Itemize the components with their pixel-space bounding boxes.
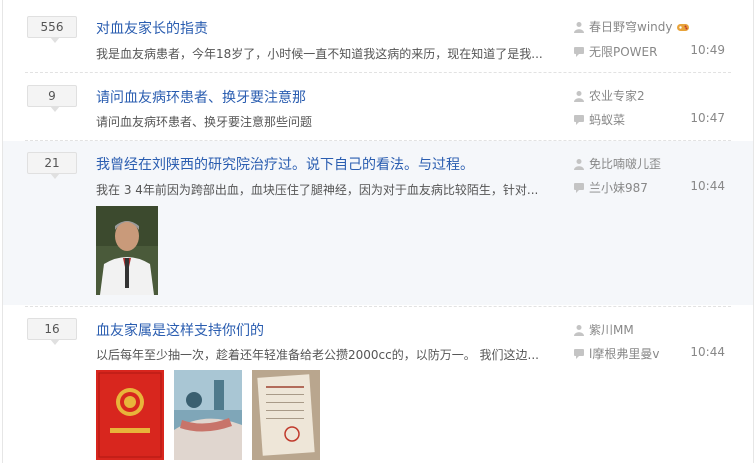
thread-excerpt: 以后每年至少抽一次，趁着还年轻准备给老公攒2000cc的，以防万一。 我们这边.… — [96, 348, 539, 362]
author-name: 紫川MM — [589, 323, 634, 337]
person-icon — [573, 324, 585, 336]
thread-title[interactable]: 对血友家长的指责 — [96, 18, 208, 38]
thread-title[interactable]: 我曾经在刘陕西的研究院治疗过。说下自己的看法。与过程。 — [96, 154, 474, 174]
thread-row: 9 请问血友病环患者、换牙要注意那 请问血友病环患者、换牙要注意那些问题 农业专… — [3, 73, 753, 139]
last-reply-time: 10:49 — [690, 43, 725, 57]
thread-author[interactable]: 春日野穹windy — [573, 18, 690, 35]
reply-count: 9 — [27, 85, 77, 112]
thread-author[interactable]: 农业专家2 — [573, 87, 645, 104]
thread-excerpt: 我在 3 4年前因为跨部出血，血块压住了腿神经，因为对于血友病比较陌生，针对..… — [96, 183, 539, 197]
thumbnail-blood-donation[interactable] — [174, 370, 242, 460]
last-user-name: 蚂蚁菜 — [589, 113, 626, 127]
reply-count: 16 — [27, 318, 77, 345]
reply-count: 21 — [27, 152, 77, 179]
reply-bubble-icon — [573, 182, 585, 194]
thumbnail-portrait[interactable] — [96, 206, 158, 295]
last-reply-time: 10:44 — [690, 179, 725, 193]
thumbnail-certificate[interactable] — [96, 370, 164, 460]
thread-row: 556 对血友家长的指责 我是血友病患者，今年18岁了，小时候一直不知道我这病的… — [3, 0, 753, 72]
thread-author[interactable]: 紫川MM — [573, 321, 634, 338]
reply-count: 556 — [27, 16, 77, 43]
last-reply-time: 10:44 — [690, 345, 725, 359]
last-user-name: 兰小妹987 — [589, 181, 648, 195]
thread-title[interactable]: 血友家属是这样支持你们的 — [96, 320, 264, 340]
last-reply-user[interactable]: 兰小妹987 — [573, 179, 648, 196]
thread-list: 556 对血友家长的指责 我是血友病患者，今年18岁了，小时候一直不知道我这病的… — [2, 0, 754, 463]
thread-title[interactable]: 请问血友病环患者、换牙要注意那 — [96, 87, 306, 107]
thread-author[interactable]: 免比喃啵儿歪 — [573, 155, 661, 172]
person-icon — [573, 21, 585, 33]
thread-row: 16 血友家属是这样支持你们的 以后每年至少抽一次，趁着还年轻准备给老公攒200… — [3, 307, 753, 463]
thread-row-highlighted: 21 我曾经在刘陕西的研究院治疗过。说下自己的看法。与过程。 我在 3 4年前因… — [3, 141, 753, 305]
last-reply-user[interactable]: 蚂蚁菜 — [573, 111, 625, 128]
reply-bubble-icon — [573, 46, 585, 58]
author-name: 农业专家2 — [589, 89, 645, 103]
last-reply-user[interactable]: 无限POWER — [573, 43, 657, 60]
reply-bubble-icon — [573, 114, 585, 126]
last-user-name: l摩根弗里曼v — [589, 347, 660, 361]
reply-bubble-icon — [573, 348, 585, 360]
author-name: 春日野穹windy — [589, 20, 673, 34]
thread-excerpt: 请问血友病环患者、换牙要注意那些问题 — [96, 115, 313, 129]
person-icon — [573, 158, 585, 170]
thread-excerpt: 我是血友病患者，今年18岁了，小时候一直不知道我这病的来历，现在知道了是我... — [96, 47, 542, 61]
thumbnail-document[interactable] — [252, 370, 320, 460]
last-reply-user[interactable]: l摩根弗里曼v — [573, 345, 659, 362]
last-reply-time: 10:47 — [690, 111, 725, 125]
game-controller-icon — [676, 21, 690, 33]
person-icon — [573, 90, 585, 102]
author-name: 免比喃啵儿歪 — [589, 157, 662, 171]
last-user-name: 无限POWER — [589, 45, 658, 59]
